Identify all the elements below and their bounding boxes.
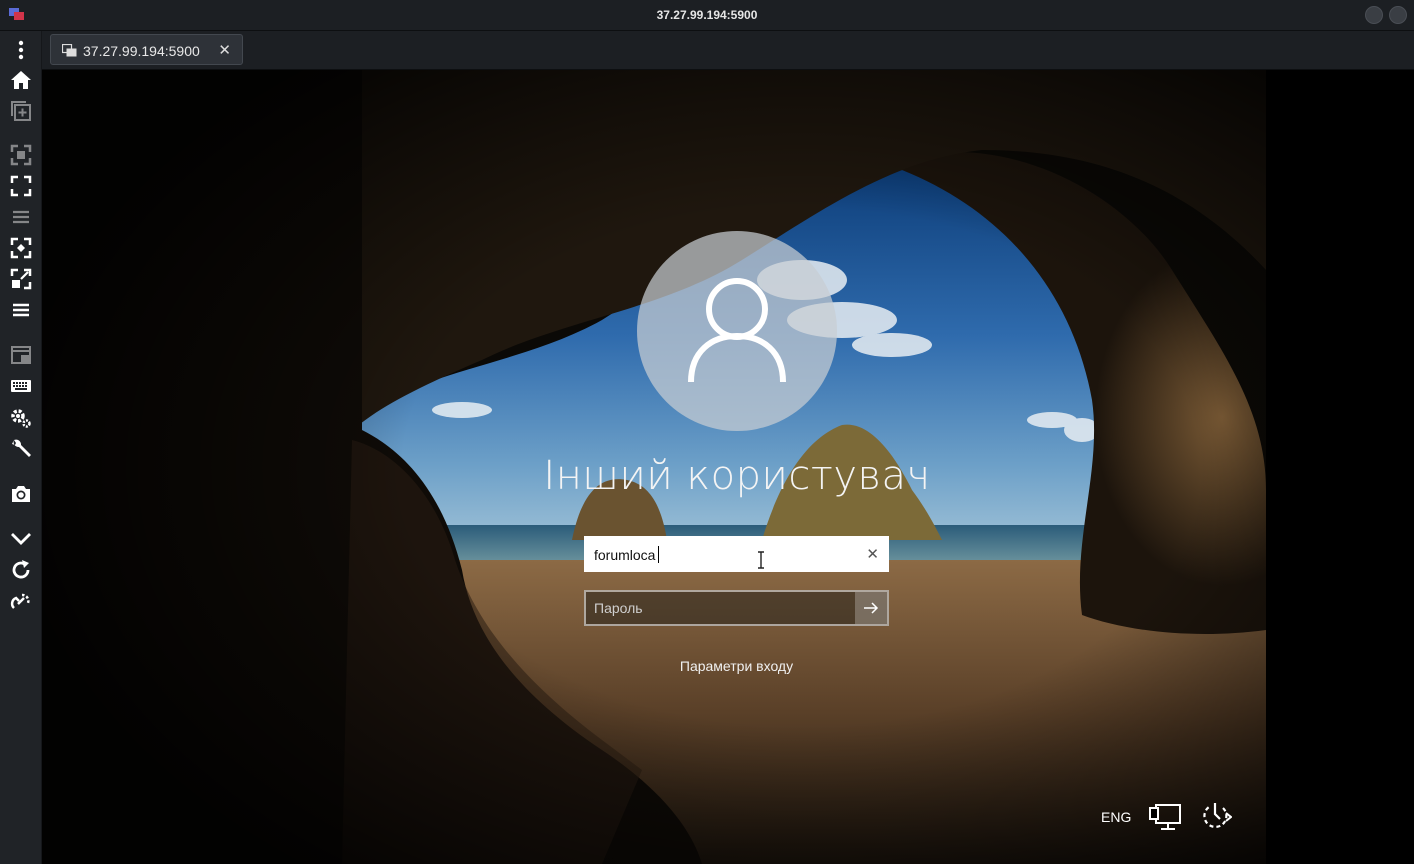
title-bar: 37.27.99.194:5900 — [0, 0, 1414, 31]
menu-disabled-icon — [8, 204, 34, 230]
network-icon[interactable] — [1148, 800, 1182, 834]
remote-screen[interactable]: Інший користувач forumloca ✕ Пароль Пара… — [42, 70, 1414, 864]
tab-label: 37.27.99.194:5900 — [83, 43, 200, 59]
clear-input-button[interactable]: ✕ — [866, 545, 879, 563]
menu-icon[interactable] — [8, 297, 34, 323]
password-placeholder: Пароль — [594, 600, 643, 616]
more-vertical-icon[interactable] — [8, 37, 34, 63]
home-icon[interactable] — [8, 67, 34, 93]
user-avatar — [637, 231, 837, 431]
sign-in-options-link[interactable]: Параметри входу — [584, 658, 889, 674]
password-input[interactable]: Пароль — [584, 590, 889, 626]
resize-remote-icon[interactable] — [8, 266, 34, 292]
refresh-icon[interactable] — [8, 557, 34, 583]
window-title: 37.27.99.194:5900 — [656, 8, 758, 22]
arrow-right-icon — [864, 602, 879, 614]
username-value: forumloca — [594, 546, 660, 563]
close-window-button[interactable] — [1389, 6, 1407, 24]
language-indicator[interactable]: ENG — [1101, 809, 1131, 825]
settings-icon[interactable] — [8, 405, 34, 431]
fullscreen-icon[interactable] — [8, 173, 34, 199]
tab-remote-session[interactable]: 37.27.99.194:5900 ✕ — [50, 34, 243, 65]
remote-screens-icon — [62, 44, 77, 57]
user-name-label: Інший користувач — [543, 453, 931, 499]
tools-icon[interactable] — [8, 436, 34, 462]
scale-icon[interactable] — [8, 235, 34, 261]
user-icon — [688, 278, 786, 383]
ease-of-access-icon[interactable] — [1198, 800, 1232, 834]
tab-bar: 37.27.99.194:5900 ✕ — [42, 31, 1414, 70]
ibeam-cursor-icon — [758, 551, 764, 569]
username-input[interactable]: forumloca ✕ — [584, 536, 889, 572]
view-only-icon[interactable] — [8, 342, 34, 368]
side-toolbar — [0, 31, 42, 864]
screenshot-icon[interactable] — [8, 481, 34, 507]
submit-arrow-button[interactable] — [855, 592, 887, 624]
collapse-icon[interactable] — [8, 525, 34, 551]
fit-to-window-icon[interactable] — [8, 142, 34, 168]
text-caret — [658, 546, 660, 563]
minimize-button[interactable] — [1365, 6, 1383, 24]
tab-close-button[interactable]: ✕ — [218, 41, 231, 59]
new-connection-icon[interactable] — [8, 98, 34, 124]
keyboard-icon[interactable] — [8, 373, 34, 399]
disconnect-icon[interactable] — [8, 588, 34, 614]
